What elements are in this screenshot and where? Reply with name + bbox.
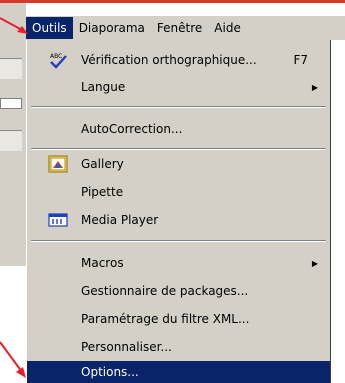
menu-item-packages[interactable]: Gestionnaire de packages... xyxy=(27,278,330,304)
menu-item-media-player[interactable]: Media Player xyxy=(27,207,330,233)
submenu-arrow-icon: ▶ xyxy=(311,258,318,268)
menu-item-langue[interactable]: Langue ▶ xyxy=(27,74,330,100)
menu-separator xyxy=(31,148,326,150)
menu-item-label: Media Player xyxy=(81,213,159,227)
menu-item-gallery[interactable]: Gallery xyxy=(27,151,330,177)
background-toolbar-fragment xyxy=(0,58,22,79)
background-ruler-fragment xyxy=(0,98,22,109)
menu-fenetre[interactable]: Fenêtre xyxy=(151,17,208,39)
shortcut-label: F7 xyxy=(293,53,308,67)
background-title-strip xyxy=(0,0,345,3)
annotation-arrow-icon xyxy=(0,341,26,378)
menu-item-label: Macros xyxy=(81,256,124,270)
spellcheck-icon: ABC xyxy=(48,51,68,69)
svg-text:ABC: ABC xyxy=(50,53,62,60)
menu-item-options[interactable]: Options... xyxy=(27,361,330,383)
outils-dropdown-menu: ABC Vérification orthographique... F7 La… xyxy=(26,40,331,383)
gallery-icon xyxy=(48,155,68,173)
background-toolbar-fragment-2 xyxy=(0,130,22,151)
menu-item-label: Personnaliser... xyxy=(81,340,172,354)
menu-separator xyxy=(31,240,326,242)
menu-item-spellcheck[interactable]: ABC Vérification orthographique... F7 xyxy=(27,47,330,73)
menu-outils[interactable]: Outils xyxy=(26,17,73,39)
menu-item-label: Gestionnaire de packages... xyxy=(81,284,249,298)
menu-item-label: AutoCorrection... xyxy=(81,122,183,136)
media-player-icon xyxy=(48,211,68,229)
menu-item-pipette[interactable]: Pipette xyxy=(27,179,330,205)
menu-aide[interactable]: Aide xyxy=(208,17,247,39)
menu-item-label: Options... xyxy=(81,365,139,379)
menu-item-label: Paramétrage du filtre XML... xyxy=(81,312,250,326)
menu-item-autocorrection[interactable]: AutoCorrection... xyxy=(27,116,330,142)
menu-item-macros[interactable]: Macros ▶ xyxy=(27,250,330,276)
menu-item-label: Pipette xyxy=(81,185,124,199)
menu-item-xml-filter[interactable]: Paramétrage du filtre XML... xyxy=(27,306,330,332)
menu-item-label: Vérification orthographique... xyxy=(81,53,257,67)
menu-diaporama[interactable]: Diaporama xyxy=(73,17,151,39)
menu-item-label: Langue xyxy=(81,80,126,94)
menu-item-label: Gallery xyxy=(81,157,124,171)
menu-separator xyxy=(31,106,326,108)
menu-bar: Outils Diaporama Fenêtre Aide xyxy=(26,16,345,40)
submenu-arrow-icon: ▶ xyxy=(311,82,318,92)
annotation-arrow-icon xyxy=(0,17,28,34)
menu-item-personnaliser[interactable]: Personnaliser... xyxy=(27,334,330,360)
